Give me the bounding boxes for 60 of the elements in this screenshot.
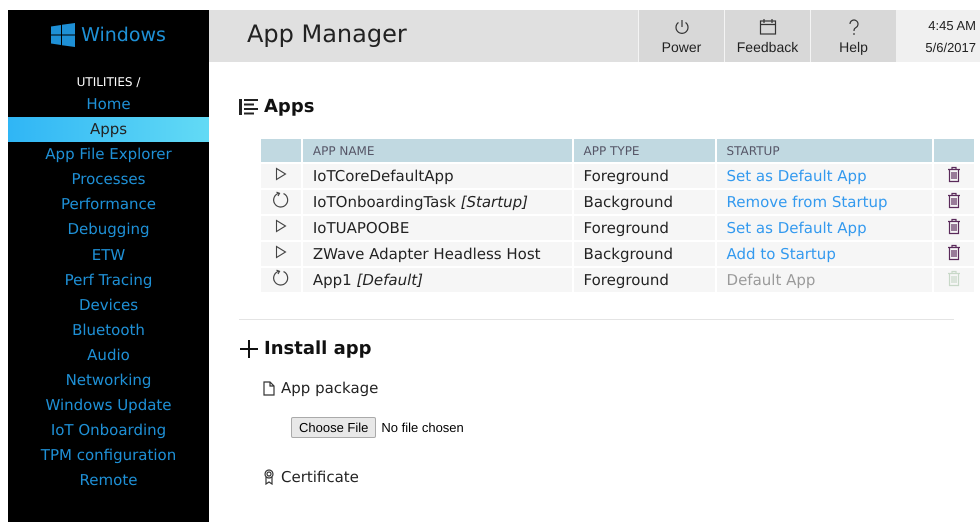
table-cell: Foreground — [572, 164, 715, 188]
column-header: APP NAME — [300, 139, 572, 162]
list-icon — [239, 98, 259, 116]
nav-item[interactable]: Bluetooth — [8, 318, 209, 343]
plus-icon — [239, 338, 259, 358]
trash-icon[interactable] — [947, 192, 962, 208]
trash-icon[interactable] — [947, 244, 962, 260]
play-icon[interactable] — [274, 167, 287, 181]
nav-item[interactable]: TPM configuration — [8, 443, 209, 468]
column-header: STARTUP — [714, 139, 932, 162]
help-button[interactable]: Help — [810, 10, 896, 62]
nav-item[interactable]: Audio — [8, 342, 209, 368]
document-icon — [263, 380, 275, 396]
restart-icon[interactable] — [272, 191, 290, 209]
nav-item[interactable]: App File Explorer — [8, 142, 209, 168]
logo-text: Windows — [81, 24, 166, 46]
choose-file-button[interactable]: Choose File — [291, 417, 376, 438]
calendar-icon — [758, 18, 776, 36]
date-text: 5/6/2017 — [925, 40, 976, 54]
nav-item[interactable]: ETW — [8, 242, 209, 268]
nav-item[interactable]: IoT Onboarding — [8, 418, 209, 444]
nav-item[interactable]: Perf Tracing — [8, 268, 209, 293]
field-label: App package — [281, 379, 378, 397]
section-heading: Install app — [264, 338, 372, 359]
windows-logo-icon — [51, 23, 76, 47]
table-cell: IoTUAPOOBE — [300, 216, 572, 240]
section-heading: Apps — [264, 96, 314, 117]
table-cell: IoTCoreDefaultApp — [300, 164, 572, 188]
table-cell: App1 [Default] — [300, 268, 572, 292]
section-heading: UTILITIES / — [76, 74, 142, 91]
nav-item[interactable]: Apps — [8, 117, 209, 142]
nav-item[interactable]: Remote — [8, 468, 209, 494]
startup-link: Default App — [726, 271, 816, 289]
restart-icon[interactable] — [272, 269, 290, 287]
nav-item[interactable]: Home — [8, 92, 209, 118]
nav-item[interactable]: Devices — [8, 292, 209, 318]
play-icon[interactable] — [274, 219, 287, 233]
nav-item[interactable]: Windows Update — [8, 393, 209, 418]
play-icon[interactable] — [274, 245, 287, 259]
table-cell: Background — [572, 242, 715, 266]
nav-item[interactable]: Performance — [8, 192, 209, 218]
column-header: APP TYPE — [572, 139, 715, 162]
file-status-text: No file chosen — [381, 420, 464, 435]
time-text: 4:45 AM — [928, 18, 976, 32]
table-cell: Background — [572, 190, 715, 214]
feedback-button[interactable]: Feedback — [724, 10, 810, 62]
table-cell: Foreground — [572, 268, 715, 292]
table-cell: IoTOnboardingTask [Startup] — [300, 190, 572, 214]
page-title: App Manager — [246, 19, 408, 50]
nav-item[interactable]: Debugging — [8, 217, 209, 243]
nav-item[interactable]: Processes — [8, 167, 209, 192]
table-cell: ZWave Adapter Headless Host — [300, 242, 572, 266]
table-cell: Foreground — [572, 216, 715, 240]
trash-icon[interactable] — [947, 166, 962, 182]
power-icon — [672, 18, 690, 36]
nav-item[interactable]: Networking — [8, 368, 209, 394]
trash-icon[interactable] — [947, 218, 962, 234]
certificate-icon — [263, 469, 275, 485]
field-label: Certificate — [281, 468, 359, 486]
power-button[interactable]: Power — [638, 10, 724, 62]
